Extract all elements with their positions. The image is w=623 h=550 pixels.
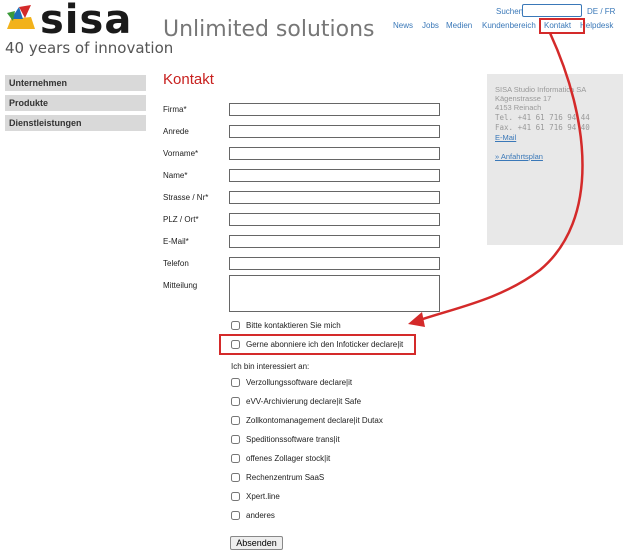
mitteilung-textarea[interactable] <box>229 275 440 312</box>
interest-label-anderes: anderes <box>246 511 275 520</box>
email-field[interactable] <box>229 235 440 248</box>
contact-city: 4153 Reinach <box>495 103 542 112</box>
firma-field[interactable] <box>229 103 440 116</box>
interest-label-verzollung: Verzollungssoftware declare|it <box>246 378 353 387</box>
interest-label-spedition: Speditionssoftware trans|it <box>246 435 340 444</box>
anrede-field[interactable] <box>229 125 440 138</box>
language-switch[interactable]: DE / FR <box>587 7 615 16</box>
interest-label-rechenzentrum: Rechenzentrum SaaS <box>246 473 325 482</box>
vorname-label: Vorname* <box>163 149 199 158</box>
annotation-highlight-newsletter <box>219 334 416 355</box>
name-label: Name* <box>163 171 188 180</box>
submit-button[interactable]: Absenden <box>230 536 283 550</box>
plz-ort-label: PLZ / Ort* <box>163 215 199 224</box>
interest-label-zollager: offenes Zollager stock|it <box>246 454 331 463</box>
email-label: E-Mail* <box>163 237 189 246</box>
nav-medien[interactable]: Medien <box>446 21 472 30</box>
sisa-logo-icon[interactable] <box>5 3 37 31</box>
contact-fax: Fax. +41 61 716 94 40 <box>495 123 590 132</box>
interest-checkbox-zollager[interactable] <box>231 454 240 463</box>
contact-phone: Tel. +41 61 716 94 44 <box>495 113 590 122</box>
interest-checkbox-xpert[interactable] <box>231 492 240 501</box>
interest-checkbox-anderes[interactable] <box>231 511 240 520</box>
interest-checkbox-rechenzentrum[interactable] <box>231 473 240 482</box>
nav-jobs[interactable]: Jobs <box>422 21 439 30</box>
logo-wordmark[interactable]: sisa <box>40 0 132 42</box>
brand-tagline: 40 years of innovation <box>5 39 174 57</box>
name-field[interactable] <box>229 169 440 182</box>
contact-me-checkbox[interactable] <box>231 321 240 330</box>
interest-heading: Ich bin interessiert an: <box>231 362 310 371</box>
strasse-field[interactable] <box>229 191 440 204</box>
interest-checkbox-zollkonto[interactable] <box>231 416 240 425</box>
search-input[interactable] <box>522 4 582 17</box>
anrede-label: Anrede <box>163 127 189 136</box>
brand-slogan: Unlimited solutions <box>163 17 375 42</box>
sidebar-item-unternehmen[interactable]: Unternehmen <box>5 75 146 91</box>
mitteilung-label: Mitteilung <box>163 281 198 290</box>
contact-email-link[interactable]: E-Mail <box>495 133 516 142</box>
telefon-field[interactable] <box>229 257 440 270</box>
firma-label: Firma* <box>163 105 187 114</box>
page-title: Kontakt <box>163 71 214 88</box>
annotation-highlight-kontakt <box>539 18 585 34</box>
nav-kundenbereich[interactable]: Kundenbereich <box>482 21 536 30</box>
sidebar-item-produkte[interactable]: Produkte <box>5 95 146 111</box>
search-label: Suchen <box>496 7 524 16</box>
sidebar-item-dienstleistungen[interactable]: Dienstleistungen <box>5 115 146 131</box>
nav-news[interactable]: News <box>393 21 413 30</box>
contact-company: SISA Studio Informatica SA <box>495 85 587 94</box>
telefon-label: Telefon <box>163 259 189 268</box>
interest-label-evv: eVV-Archivierung declare|it Safe <box>246 397 362 406</box>
interest-label-xpert: Xpert.line <box>246 492 280 501</box>
contact-street: Kägenstrasse 17 <box>495 94 552 103</box>
interest-checkbox-verzollung[interactable] <box>231 378 240 387</box>
plz-ort-field[interactable] <box>229 213 440 226</box>
vorname-field[interactable] <box>229 147 440 160</box>
nav-helpdesk[interactable]: Helpdesk <box>580 21 613 30</box>
interest-checkbox-spedition[interactable] <box>231 435 240 444</box>
strasse-label: Strasse / Nr* <box>163 193 209 202</box>
interest-label-zollkonto: Zollkontomanagement declare|it Dutax <box>246 416 383 425</box>
directions-link[interactable]: » Anfahrtsplan <box>495 152 543 161</box>
contact-me-label: Bitte kontaktieren Sie mich <box>246 321 341 330</box>
interest-checkbox-evv[interactable] <box>231 397 240 406</box>
